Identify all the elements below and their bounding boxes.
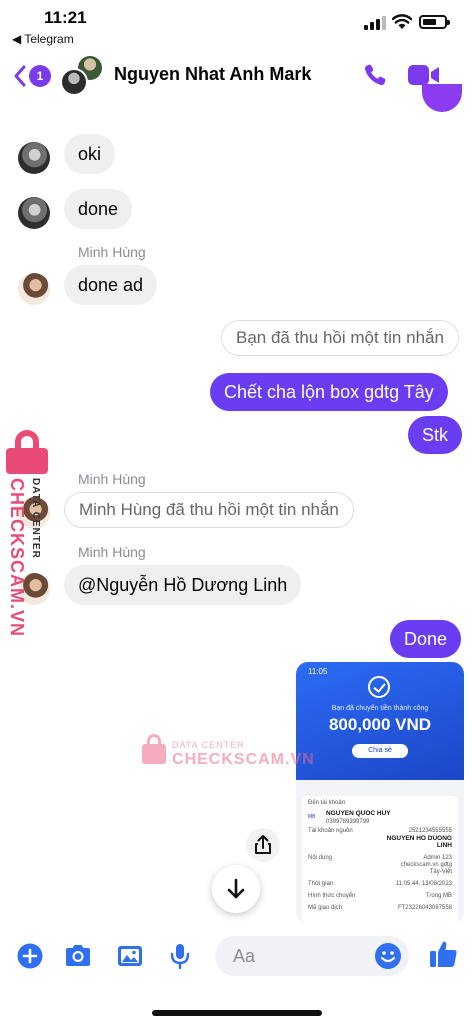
- avatar[interactable]: [18, 273, 50, 305]
- receipt-row-label: Tài khoản nguồn: [308, 828, 353, 834]
- message-bubble-outgoing[interactable]: Chết cha lộn box gdtg Tây: [210, 373, 448, 411]
- receipt-row-label: Thời gian: [308, 881, 334, 887]
- receipt-recipient-name: NGUYEN QUOC HUY: [326, 810, 391, 817]
- receipt-row-label: Nội dung: [308, 855, 333, 861]
- message-bubble-incoming[interactable]: @Nguyễn Hồ Dương Linh: [64, 565, 302, 605]
- plus-icon[interactable]: [16, 942, 44, 970]
- scroll-to-bottom-button[interactable]: [212, 865, 260, 913]
- home-indicator: [152, 1010, 322, 1016]
- receipt-row-label: Mã giao dịch: [308, 905, 343, 911]
- battery-icon: [419, 15, 450, 29]
- phone-icon[interactable]: [362, 62, 388, 88]
- sender-name: Minh Hùng: [78, 471, 146, 487]
- recalled-message-incoming[interactable]: Minh Hùng đã thu hồi một tin nhắn: [64, 492, 354, 528]
- receipt-row-value: LINH: [436, 842, 452, 849]
- bank-transfer-receipt-image[interactable]: 11:05 Bạn đã chuyển tiền thành công 800,…: [296, 662, 464, 924]
- chat-title[interactable]: Nguyen Nhat Anh Mark: [114, 64, 311, 85]
- avatar[interactable]: [18, 142, 50, 174]
- sender-name: Minh Hùng: [78, 244, 146, 260]
- message-bubble-incoming[interactable]: done ad: [64, 265, 158, 305]
- share-icon: [255, 835, 271, 854]
- battery-level: [423, 19, 437, 25]
- receipt-row-value: Trong MB: [425, 893, 452, 899]
- scrolled-message-fragment: [422, 84, 462, 112]
- arrow-down-icon: [227, 878, 245, 899]
- lock-icon: [6, 430, 48, 474]
- back-button[interactable]: 1: [12, 62, 51, 90]
- message-bubble-outgoing[interactable]: Stk: [408, 416, 463, 454]
- watermark-side: CHECKSCAM.VN DATA CENTER: [4, 430, 50, 642]
- message-bubble-outgoing[interactable]: Done: [390, 620, 462, 658]
- chat-header: 1 Nguyen Nhat Anh Mark: [0, 48, 473, 104]
- receipt-row-value: checkscam.vn gdtg: [400, 862, 452, 868]
- receipt-amount: 800,000 VND: [328, 715, 432, 734]
- lock-icon: [142, 734, 166, 764]
- recalled-message-outgoing[interactable]: Bạn đã thu hồi một tin nhắn: [221, 320, 459, 356]
- receipt-row-value: NGUYEN HO DUONG: [386, 835, 452, 842]
- camera-icon[interactable]: [64, 942, 92, 970]
- microphone-icon[interactable]: [166, 942, 194, 970]
- share-button[interactable]: [246, 828, 280, 862]
- watermark-brand: CHECKSCAM.VN: [172, 751, 315, 768]
- group-member-avatar: [60, 68, 88, 96]
- receipt-to-label: Đến tài khoản: [308, 800, 346, 806]
- receipt-time: 11:05: [308, 667, 328, 676]
- receipt-row-value: Tây-Việt: [429, 869, 452, 875]
- receipt-row-value: Admin 123: [423, 855, 452, 861]
- receipt-row-value: 2521234555555: [408, 828, 452, 834]
- wifi-icon: [392, 14, 412, 29]
- cellular-signal-icon: [364, 16, 386, 30]
- avatar[interactable]: [18, 197, 50, 229]
- receipt-row-value: 11:05:44, 13/08/2023: [395, 881, 452, 887]
- receipt-row-value: FT23226043087558: [397, 905, 452, 911]
- message-bubble-incoming[interactable]: done: [64, 189, 133, 229]
- watermark-center: DATA CENTER CHECKSCAM.VN: [142, 734, 314, 774]
- receipt-share-button: Chia sẻ: [352, 744, 408, 758]
- watermark-tagline: DATA CENTER: [172, 740, 245, 750]
- thumbs-up-icon[interactable]: [428, 938, 460, 970]
- status-bar: 11:21 ◀ Telegram: [0, 0, 473, 48]
- message-composer: [0, 930, 473, 984]
- receipt-row-label: Hình thức chuyển: [308, 893, 356, 899]
- back-to-telegram-link[interactable]: ◀ Telegram: [12, 32, 74, 46]
- video-camera-icon[interactable]: [408, 64, 440, 86]
- sender-name: Minh Hùng: [78, 544, 146, 560]
- group-avatar[interactable]: [60, 54, 106, 96]
- bank-logo: MB: [308, 814, 316, 820]
- watermark-brand: CHECKSCAM.VN: [7, 478, 27, 638]
- gallery-icon[interactable]: [116, 942, 144, 970]
- unread-count-badge: 1: [29, 65, 51, 87]
- receipt-details-card: Tài khoản nguồn 2521234555555 NGUYEN HO …: [302, 824, 458, 924]
- watermark-tagline: DATA CENTER: [30, 478, 41, 559]
- back-chevron-icon: [14, 65, 26, 87]
- status-time: 11:21: [44, 8, 87, 27]
- checkmark-icon: [368, 676, 390, 698]
- receipt-success-message: Bạn đã chuyển tiền thành công: [331, 705, 429, 712]
- message-bubble-incoming[interactable]: oki: [64, 134, 116, 174]
- emoji-icon[interactable]: [374, 942, 402, 970]
- receipt-header: 11:05 Bạn đã chuyển tiền thành công 800,…: [296, 662, 464, 780]
